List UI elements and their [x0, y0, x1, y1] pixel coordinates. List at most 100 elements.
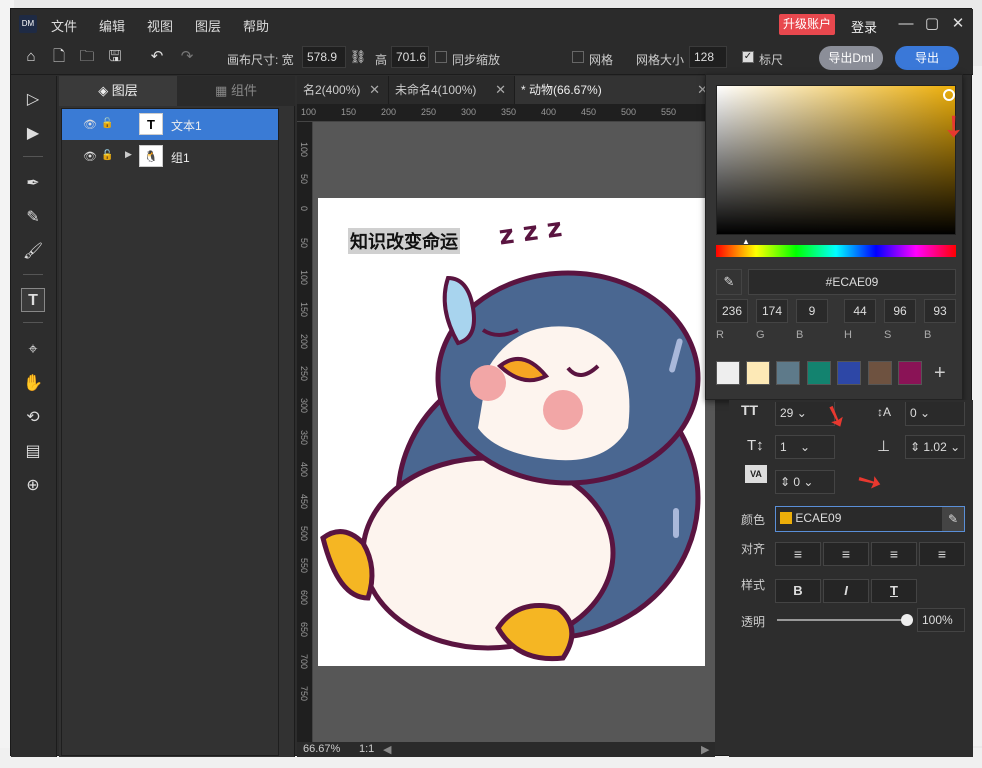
penguin-illustration[interactable]: z z z: [318, 198, 705, 666]
scroll-left-icon[interactable]: ◀: [383, 743, 391, 756]
align-center-button[interactable]: ≡: [823, 542, 869, 566]
line-scale-input[interactable]: 1 ⌄: [775, 435, 835, 459]
eye-icon[interactable]: 👁: [83, 118, 97, 131]
align-right-button[interactable]: ≡: [871, 542, 917, 566]
canvas-height-input[interactable]: 701.6: [391, 46, 429, 68]
vertical-ruler: 100 50 0 50 100 150 200 250 300 350 400 …: [297, 122, 313, 742]
red-input[interactable]: 236: [716, 299, 748, 323]
ratio-button[interactable]: 1:1: [359, 743, 374, 755]
hue-handle-icon[interactable]: ▲: [742, 237, 750, 246]
tracking-input[interactable]: 0 ⌄: [905, 402, 965, 426]
hand-icon[interactable]: ✋: [21, 372, 45, 396]
saturation-value-area[interactable]: [716, 85, 956, 235]
align-justify-button[interactable]: ≡: [919, 542, 965, 566]
undo-icon[interactable]: ↶: [147, 47, 167, 67]
tab-doc-label: 名2(400%): [303, 83, 361, 97]
lock-icon[interactable]: 🔓: [101, 150, 113, 161]
direct-select-icon[interactable]: ▶: [21, 122, 45, 146]
green-label: G: [756, 329, 765, 341]
grid-size-input[interactable]: 128: [689, 46, 727, 68]
hex-input[interactable]: #ECAE09: [748, 269, 956, 295]
home-icon[interactable]: ⌂: [21, 47, 41, 67]
open-folder-icon[interactable]: 🗀: [77, 47, 97, 67]
opacity-slider[interactable]: [777, 614, 913, 626]
color-swatch[interactable]: [776, 361, 800, 385]
menu-edit[interactable]: 编辑: [99, 16, 125, 35]
color-swatch[interactable]: [746, 361, 770, 385]
menu-view[interactable]: 视图: [147, 16, 173, 35]
menu-file[interactable]: 文件: [51, 16, 77, 35]
color-field[interactable]: ECAE09 ✎: [775, 506, 965, 532]
italic-button[interactable]: I: [823, 579, 869, 603]
pen-tool-icon[interactable]: ✒: [21, 172, 45, 196]
tab-layers[interactable]: ◈ 图层: [59, 76, 177, 106]
new-file-icon[interactable]: 🗋: [49, 47, 69, 67]
baseline-input[interactable]: ⇕ 0 ⌄: [775, 470, 835, 494]
close-tab-icon[interactable]: ✕: [369, 76, 380, 104]
layer-row[interactable]: 👁 🔓 ▶ 🐧 组1: [61, 141, 279, 172]
link-ratio-icon[interactable]: ⛓: [348, 47, 368, 67]
minimize-icon[interactable]: —: [895, 13, 917, 35]
eye-icon[interactable]: 👁: [83, 150, 97, 163]
hue-input[interactable]: 44: [844, 299, 876, 323]
lock-icon[interactable]: 🔓: [101, 118, 113, 129]
grid-checkbox[interactable]: [572, 51, 584, 63]
opacity-handle[interactable]: [901, 614, 913, 626]
tab-components[interactable]: ▦ 组件: [177, 76, 295, 106]
tab-doc-2[interactable]: 未命名4(100%) ✕: [389, 76, 515, 104]
close-icon[interactable]: ✕: [947, 13, 969, 35]
tab-doc-3[interactable]: * 动物(66.67%) ✕: [515, 76, 717, 104]
hue-slider[interactable]: ▲: [716, 237, 956, 257]
expand-caret-icon[interactable]: ▶: [125, 149, 132, 160]
tab-doc-1[interactable]: 名2(400%) ✕: [297, 76, 389, 104]
ruler-tick-label: 250: [421, 107, 437, 117]
green-input[interactable]: 174: [756, 299, 788, 323]
layers-icon: ◈: [98, 83, 112, 98]
upgrade-button[interactable]: 升级账户: [779, 14, 835, 35]
eyedropper-icon[interactable]: ✎: [716, 269, 742, 295]
zoom-level[interactable]: 66.67%: [303, 743, 340, 755]
zoom-icon[interactable]: ⊕: [21, 474, 45, 498]
color-swatch[interactable]: [898, 361, 922, 385]
color-swatch[interactable]: [837, 361, 861, 385]
toolbar: ⌂ 🗋 🗀 🖫 ↶ ↷ 画布尺寸: 宽 578.9 ⛓ 高 701.6 同步缩放…: [11, 39, 973, 75]
bold-button[interactable]: B: [775, 579, 821, 603]
add-swatch-button[interactable]: +: [934, 362, 946, 385]
gradient-icon[interactable]: ▤: [21, 440, 45, 464]
maximize-icon[interactable]: ▢: [921, 13, 943, 35]
color-swatch[interactable]: [868, 361, 892, 385]
redo-icon[interactable]: ↷: [177, 47, 197, 67]
rotate-icon[interactable]: ⟲: [21, 406, 45, 430]
save-icon[interactable]: 🖫: [105, 47, 125, 67]
layer-row[interactable]: 👁 🔓 T 文本1: [61, 109, 279, 140]
login-button[interactable]: 登录: [851, 17, 877, 36]
color-swatch[interactable]: [807, 361, 831, 385]
underline-button[interactable]: T: [871, 579, 917, 603]
ruler-tick-label: 150: [299, 302, 309, 318]
opacity-input[interactable]: 100%: [917, 608, 965, 632]
close-tab-icon[interactable]: ✕: [495, 76, 506, 104]
color-swatch[interactable]: [716, 361, 740, 385]
export-button[interactable]: 导出: [895, 46, 959, 70]
select-arrow-icon[interactable]: ▷: [21, 88, 45, 112]
location-pin-icon[interactable]: ⌖: [21, 338, 45, 362]
pen-add-icon[interactable]: ✎: [21, 206, 45, 230]
export-dml-button[interactable]: 导出Dml: [819, 46, 883, 70]
blue-input[interactable]: 9: [796, 299, 828, 323]
ruler-checkbox[interactable]: ✓: [742, 51, 754, 63]
artboard[interactable]: z z z 知识改变命运: [318, 198, 705, 666]
scroll-right-icon[interactable]: ▶: [701, 743, 709, 756]
menu-help[interactable]: 帮助: [243, 16, 269, 35]
canvas-text-layer[interactable]: 知识改变命运: [348, 228, 460, 254]
brightness-input[interactable]: 93: [924, 299, 956, 323]
canvas-width-input[interactable]: 578.9: [302, 46, 346, 68]
sync-scale-checkbox[interactable]: [435, 51, 447, 63]
brush-icon[interactable]: 🖌: [21, 240, 45, 264]
color-cursor[interactable]: [943, 89, 955, 101]
saturation-input[interactable]: 96: [884, 299, 916, 323]
menu-layer[interactable]: 图层: [195, 16, 221, 35]
line-height-input[interactable]: ⇕ 1.02 ⌄: [905, 435, 965, 459]
align-left-button[interactable]: ≡: [775, 542, 821, 566]
eyedropper-icon[interactable]: ✎: [942, 507, 964, 531]
text-tool-icon[interactable]: T: [21, 288, 45, 312]
